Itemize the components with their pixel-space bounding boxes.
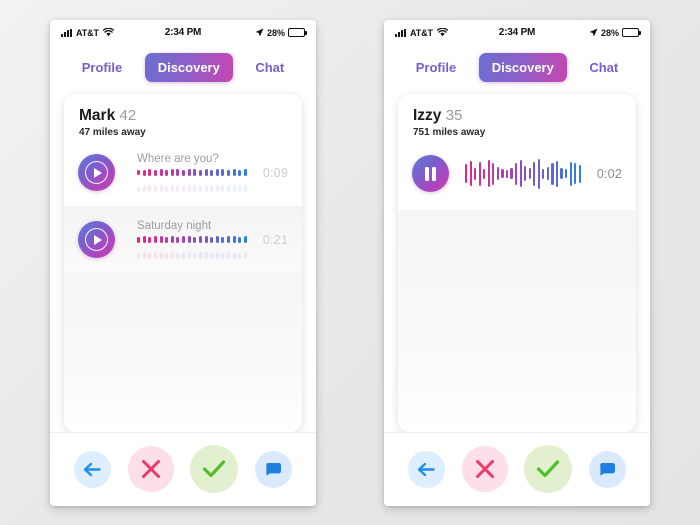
clock-label: 2:34 PM: [498, 27, 536, 38]
wifi-icon: [436, 28, 448, 37]
profile-card-left[interactable]: Mark 42 47 miles away Where are you? 0:0…: [64, 93, 302, 432]
battery-icon: [288, 28, 307, 37]
action-bar-left: [50, 431, 316, 506]
profile-name: Mark: [79, 106, 116, 124]
audio-clip-where-are-you[interactable]: Where are you? 0:09: [64, 147, 302, 206]
carrier-label: AT&T: [76, 27, 99, 38]
cellular-signal-icon: [61, 28, 72, 37]
status-bar-left: AT&T 2:34 PM 28%: [50, 20, 316, 46]
card-wrapper-right: Izzy 35 751 miles away 0:02: [384, 90, 650, 432]
play-icon[interactable]: [78, 154, 115, 192]
like-button[interactable]: [190, 445, 239, 493]
pause-icon[interactable]: [412, 155, 449, 193]
profile-name-line: Mark 42: [79, 107, 287, 125]
status-bar-left-group: AT&T: [61, 28, 165, 38]
audio-clip-izzy-playing[interactable]: 0:02: [398, 147, 636, 210]
close-x-icon: [140, 458, 162, 480]
rewind-button[interactable]: [408, 450, 446, 488]
screenshot-stage: AT&T 2:34 PM 28% Profile Discovery Chat: [0, 0, 700, 525]
back-arrow-icon: [417, 462, 436, 477]
waveform[interactable]: [137, 235, 247, 244]
play-icon[interactable]: [78, 221, 115, 259]
status-bar-right-group: 28%: [201, 27, 307, 38]
location-arrow-icon: [255, 28, 264, 37]
battery-percent-label: 28%: [266, 27, 285, 38]
audio-duration: 0:21: [262, 232, 288, 247]
audio-duration: 0:02: [596, 166, 622, 181]
waveform-reflection: [137, 178, 247, 193]
profile-card-right[interactable]: Izzy 35 751 miles away 0:02: [398, 93, 636, 432]
profile-distance: 751 miles away: [413, 127, 486, 139]
reject-button[interactable]: [461, 446, 508, 492]
profile-header-right: Izzy 35 751 miles away: [398, 94, 636, 148]
profile-distance: 47 miles away: [79, 127, 146, 139]
card-wrapper-left: Mark 42 47 miles away Where are you? 0:0…: [50, 90, 316, 432]
tab-bar-right: Profile Discovery Chat: [384, 46, 650, 90]
audio-clip-title: Where are you?: [137, 153, 219, 166]
check-icon: [202, 459, 226, 479]
waveform-column: Where are you?: [125, 153, 247, 193]
like-button[interactable]: [524, 445, 573, 493]
waveform-column: Saturday night: [125, 220, 247, 260]
battery-percent-label: 28%: [600, 27, 619, 38]
profile-age: 42: [119, 106, 137, 124]
check-icon: [536, 459, 560, 479]
card-empty-space: [64, 273, 302, 432]
waveform[interactable]: [465, 158, 581, 189]
rewind-button[interactable]: [74, 450, 112, 488]
profile-header-left: Mark 42 47 miles away: [64, 94, 302, 148]
carrier-label: AT&T: [410, 27, 433, 38]
audio-clip-title: Saturday night: [137, 220, 212, 233]
action-bar-right: [384, 431, 650, 506]
close-x-icon: [474, 458, 496, 480]
profile-name-line: Izzy 35: [413, 107, 621, 125]
waveform-reflection: [137, 245, 247, 260]
tab-chat[interactable]: Chat: [576, 53, 631, 82]
reject-button[interactable]: [127, 446, 174, 492]
location-arrow-icon: [589, 28, 598, 37]
cellular-signal-icon: [395, 28, 406, 37]
status-bar-right-group: 28%: [535, 27, 641, 38]
card-empty-space: [398, 210, 636, 432]
tab-bar-left: Profile Discovery Chat: [50, 46, 316, 90]
message-button[interactable]: [254, 450, 292, 488]
tab-profile[interactable]: Profile: [69, 53, 135, 82]
status-bar-right: AT&T 2:34 PM 28%: [384, 20, 650, 46]
phone-left: AT&T 2:34 PM 28% Profile Discovery Chat: [50, 19, 316, 506]
profile-age: 35: [445, 106, 463, 124]
waveform-column: [459, 158, 581, 189]
chat-bubble-icon: [598, 462, 617, 476]
tab-profile[interactable]: Profile: [403, 53, 469, 82]
chat-bubble-icon: [264, 462, 283, 476]
tab-discovery[interactable]: Discovery: [478, 53, 567, 82]
message-button[interactable]: [588, 450, 626, 488]
battery-icon: [622, 28, 641, 37]
tab-discovery[interactable]: Discovery: [144, 53, 233, 82]
status-bar-left-group: AT&T: [395, 28, 499, 38]
audio-clip-saturday-night[interactable]: Saturday night 0:21: [64, 206, 302, 274]
tab-chat[interactable]: Chat: [242, 53, 297, 82]
audio-duration: 0:09: [262, 165, 288, 180]
profile-name: Izzy: [413, 106, 442, 124]
waveform[interactable]: [137, 168, 247, 177]
back-arrow-icon: [83, 462, 102, 477]
phone-right: AT&T 2:34 PM 28% Profile Discovery Chat: [384, 19, 650, 506]
wifi-icon: [102, 28, 114, 37]
clock-label: 2:34 PM: [164, 27, 202, 38]
